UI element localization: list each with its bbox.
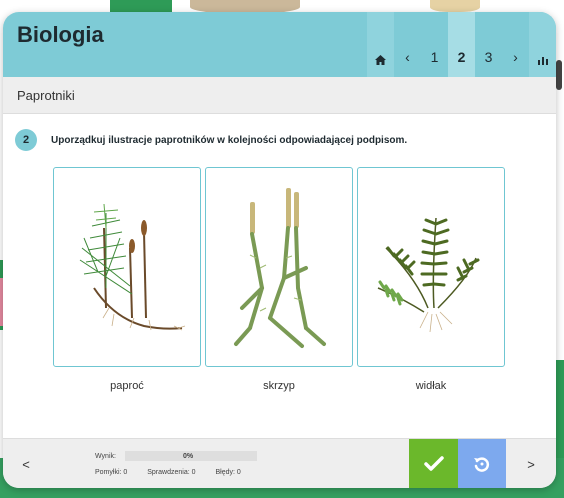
- errors-count: Błędy: 0: [215, 469, 241, 476]
- next-page-button[interactable]: ›: [502, 12, 529, 77]
- image-card-2[interactable]: [205, 167, 353, 367]
- exercise-window: Biologia ‹ 1 2 3 › Paprotniki 2 Uporządk…: [3, 12, 556, 488]
- reset-icon: [474, 457, 490, 472]
- card-caption-3: widłak: [415, 380, 447, 392]
- checks-count: Sprawdzenia: 0: [147, 469, 196, 476]
- prev-page-button[interactable]: ‹: [394, 12, 421, 77]
- card-caption-2: skrzyp: [263, 380, 295, 392]
- score-value: 0%: [183, 453, 194, 460]
- section-title: Paprotniki: [3, 77, 556, 114]
- page-1-button[interactable]: 1: [421, 12, 448, 77]
- home-icon: [375, 55, 386, 65]
- reset-button[interactable]: [458, 439, 506, 488]
- chevron-right-icon: >: [527, 456, 535, 472]
- footer: < Wynik: 0% Pomyłki: 0 Sprawdzenia: 0 Bł…: [3, 438, 556, 488]
- task-instruction: Uporządkuj ilustracje paprotników w kole…: [51, 134, 408, 146]
- card-caption-1: paproć: [110, 380, 144, 392]
- task-number-badge: 2: [15, 129, 37, 151]
- clubmoss-illustration: [234, 188, 326, 348]
- prev-task-button[interactable]: <: [3, 439, 49, 488]
- chevron-right-icon: ›: [513, 49, 518, 65]
- fern-illustration: [377, 217, 480, 333]
- page-number: 1: [430, 49, 439, 65]
- task-header: 2 Uporządkuj ilustracje paprotników w ko…: [15, 129, 407, 151]
- score-label: Wynik:: [95, 453, 116, 460]
- bar-chart-icon: [537, 57, 548, 65]
- image-card-3[interactable]: [357, 167, 505, 367]
- header: Biologia ‹ 1 2 3 ›: [3, 12, 556, 77]
- home-button[interactable]: [367, 12, 394, 77]
- background-image: [430, 0, 480, 12]
- horsetail-illustration: [79, 203, 186, 331]
- checkmark-icon: [423, 456, 444, 471]
- chevron-left-icon: ‹: [405, 49, 410, 65]
- app-title: Biologia: [17, 22, 104, 47]
- stats-counters: Pomyłki: 0 Sprawdzenia: 0 Błędy: 0: [95, 469, 259, 476]
- page-number: 3: [484, 49, 493, 65]
- stats-button[interactable]: [529, 12, 556, 77]
- section-title-text: Paprotniki: [17, 87, 75, 103]
- page-2-button[interactable]: 2: [448, 12, 475, 77]
- next-task-button[interactable]: >: [506, 439, 556, 488]
- chevron-left-icon: <: [22, 456, 30, 472]
- check-button[interactable]: [409, 439, 458, 488]
- background-scroll-handle: [556, 60, 562, 90]
- page-number: 2: [457, 49, 466, 65]
- image-card-1[interactable]: [53, 167, 201, 367]
- page-3-button[interactable]: 3: [475, 12, 502, 77]
- page-navigation: ‹ 1 2 3 ›: [367, 12, 556, 77]
- task-number: 2: [22, 134, 30, 146]
- mistakes-count: Pomyłki: 0: [95, 469, 128, 476]
